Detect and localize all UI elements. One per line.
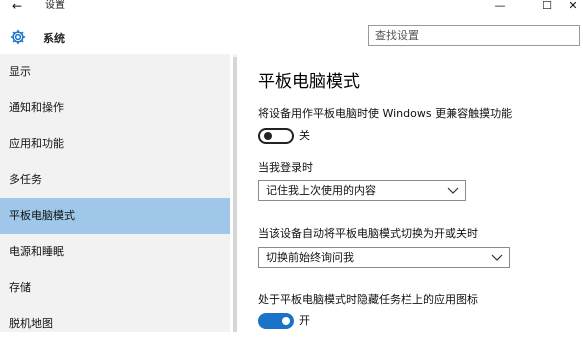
touch-toggle[interactable] [258,128,294,144]
window-title: 设置 [45,0,65,11]
auto-switch-dropdown-value: 切换前始终询问我 [266,251,354,264]
touch-toggle-state: 关 [299,129,310,142]
sidebar-item-apps[interactable]: 应用和功能 [0,126,230,162]
search-box[interactable] [368,25,580,46]
page-section-title: 系统 [43,32,65,45]
sidebar-item-power-sleep[interactable]: 电源和睡眠 [0,234,230,270]
sidebar-item-tablet-mode[interactable]: 平板电脑模式 [0,198,230,234]
auto-switch-dropdown[interactable]: 切换前始终询问我 [258,247,510,268]
sidebar-item-storage[interactable]: 存储 [0,270,230,306]
hide-icons-setting-label: 处于平板电脑模式时隐藏任务栏上的应用图标 [258,293,478,306]
login-setting-label: 当我登录时 [258,161,313,174]
sidebar-item-display[interactable]: 显示 [0,54,230,90]
chevron-down-icon [447,187,459,194]
maximize-button[interactable]: ☐ [537,0,557,12]
sidebar: 显示 通知和操作 应用和功能 多任务 平板电脑模式 电源和睡眠 存储 脱机地图 [0,54,230,332]
sidebar-item-offline-maps[interactable]: 脱机地图 [0,306,230,342]
hide-icons-toggle[interactable] [258,313,294,329]
hide-icons-toggle-state: 开 [299,314,310,327]
login-dropdown-value: 记住我上次使用的内容 [266,184,376,197]
toggle-knob [264,132,272,140]
back-button[interactable]: ← [12,0,22,12]
chevron-down-icon [491,254,503,261]
auto-switch-setting-label: 当该设备自动将平板电脑模式切换为开或关时 [258,227,478,240]
login-dropdown[interactable]: 记住我上次使用的内容 [258,180,466,201]
sidebar-item-multitasking[interactable]: 多任务 [0,162,230,198]
touch-setting-label: 将设备用作平板电脑时使 Windows 更兼容触摸功能 [258,107,513,120]
sidebar-item-notifications[interactable]: 通知和操作 [0,90,230,126]
close-button[interactable]: ✕ [563,0,583,12]
sidebar-scrollbar-thumb[interactable] [233,57,237,332]
minimize-button[interactable]: — [490,0,510,12]
page-title: 平板电脑模式 [258,72,360,92]
search-input[interactable] [375,26,565,45]
gear-icon [10,29,26,45]
toggle-knob [282,317,290,325]
